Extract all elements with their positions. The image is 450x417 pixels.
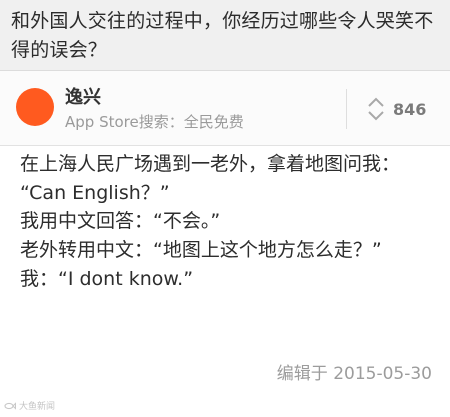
vote-button[interactable]: 846 [366,93,442,125]
avatar[interactable] [16,88,54,126]
answer-body: 在上海人民广场遇到一老外，拿着地图问我： “Can English？” 我用中文… [20,150,440,294]
author-row: 逸兴 App Store搜索：全民免费 846 [0,71,450,146]
question-title-line-2: 得的误会？ [11,39,108,61]
vote-arrows-icon [368,97,384,121]
edit-date: 编辑于 2015-05-30 [276,364,432,384]
watermark-text: 大鱼新闻 [19,402,56,412]
answer-line: 老外转用中文：“地图上这个地方怎么走？” [20,239,382,262]
fish-logo-icon [4,401,16,410]
question-header: 和外国人交往的过程中，你经历过哪些令人哭笑不 得的误会？ [0,0,450,71]
answer-line: 我：“I dont know.” [20,267,194,290]
watermark: 大鱼新闻 [4,399,55,412]
vote-divider [346,89,347,129]
author-bio: App Store搜索：全民免费 [65,113,244,131]
answer-line: 我用中文回答：“不会。” [20,210,221,233]
vote-count: 846 [393,99,427,119]
answer-line: 在上海人民广场遇到一老外，拿着地图问我： [20,153,401,175]
author-name[interactable]: 逸兴 [65,87,101,109]
answer-line: “Can English？” [20,181,170,204]
question-title-line-1: 和外国人交往的过程中，你经历过哪些令人哭笑不 [11,10,434,32]
